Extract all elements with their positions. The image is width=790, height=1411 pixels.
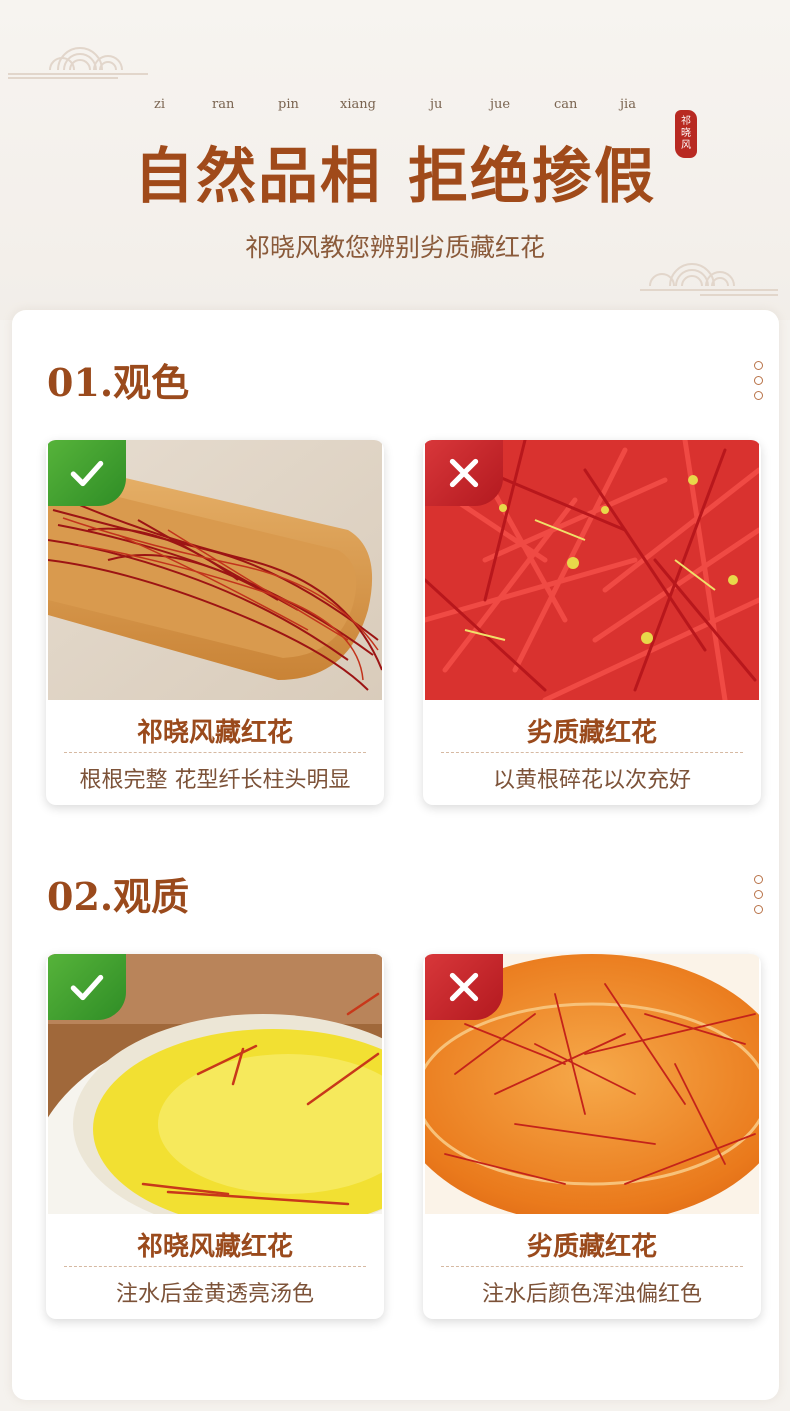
section-title-quality: 02.观质	[47, 874, 190, 919]
seal-char: 祁	[681, 116, 691, 127]
card-description: 注水后颜色浑浊偏红色	[481, 1282, 702, 1307]
title-part-1: 自然品相	[134, 142, 382, 212]
card-divider	[64, 752, 366, 753]
pinyin-syllable: jue	[490, 97, 511, 112]
comparison-card-bad: 劣质藏红花 以黄根碎花以次充好	[423, 440, 761, 805]
card-divider	[441, 1266, 743, 1267]
page-title: 自然品相 拒绝掺假	[0, 128, 790, 215]
cross-icon	[425, 440, 503, 506]
pinyin-syllable: can	[554, 97, 578, 112]
check-icon	[48, 954, 126, 1020]
pinyin-syllable: xiang	[340, 97, 376, 112]
cloud-ornament-icon	[8, 47, 148, 79]
card-description: 注水后金黄透亮汤色	[115, 1282, 314, 1307]
section-title-color: 01.观色	[47, 360, 190, 405]
pinyin-row: zi ran pin xiang ju jue can jia	[0, 97, 790, 117]
pinyin-syllable: ju	[430, 97, 443, 112]
card-product-name: 劣质藏红花	[526, 1232, 657, 1262]
comparison-card-good: 祁晓风藏红花 根根完整 花型纤长柱头明显	[46, 440, 384, 805]
card-product-name: 祁晓风藏红花	[136, 718, 293, 748]
pinyin-syllable: zi	[154, 97, 166, 112]
golden-infusion-image	[48, 954, 382, 1214]
cross-icon	[425, 954, 503, 1020]
card-product-name: 祁晓风藏红花	[136, 1232, 293, 1262]
card-product-name: 劣质藏红花	[526, 718, 657, 748]
card-divider	[441, 752, 743, 753]
vertical-dots-icon	[754, 361, 764, 406]
pinyin-syllable: jia	[620, 97, 636, 112]
card-description: 根根完整 花型纤长柱头明显	[79, 768, 351, 793]
brand-seal: 祁 晓 风	[675, 110, 697, 158]
card-divider	[64, 1266, 366, 1267]
seal-char: 风	[681, 140, 691, 151]
vertical-dots-icon	[754, 875, 764, 920]
pinyin-syllable: ran	[212, 97, 235, 112]
seal-char: 晓	[681, 128, 691, 139]
check-icon	[48, 440, 126, 506]
title-part-2: 拒绝掺假	[408, 142, 656, 212]
page-subtitle: 祁晓风教您辨别劣质藏红花	[244, 233, 545, 262]
murky-infusion-image	[425, 954, 759, 1214]
saffron-on-scoop-image	[48, 440, 382, 700]
comparison-card-good: 祁晓风藏红花 注水后金黄透亮汤色	[46, 954, 384, 1319]
card-description: 以黄根碎花以次充好	[492, 768, 691, 793]
comparison-card-bad: 劣质藏红花 注水后颜色浑浊偏红色	[423, 954, 761, 1319]
pinyin-syllable: pin	[278, 97, 299, 112]
broken-saffron-image	[425, 440, 759, 700]
